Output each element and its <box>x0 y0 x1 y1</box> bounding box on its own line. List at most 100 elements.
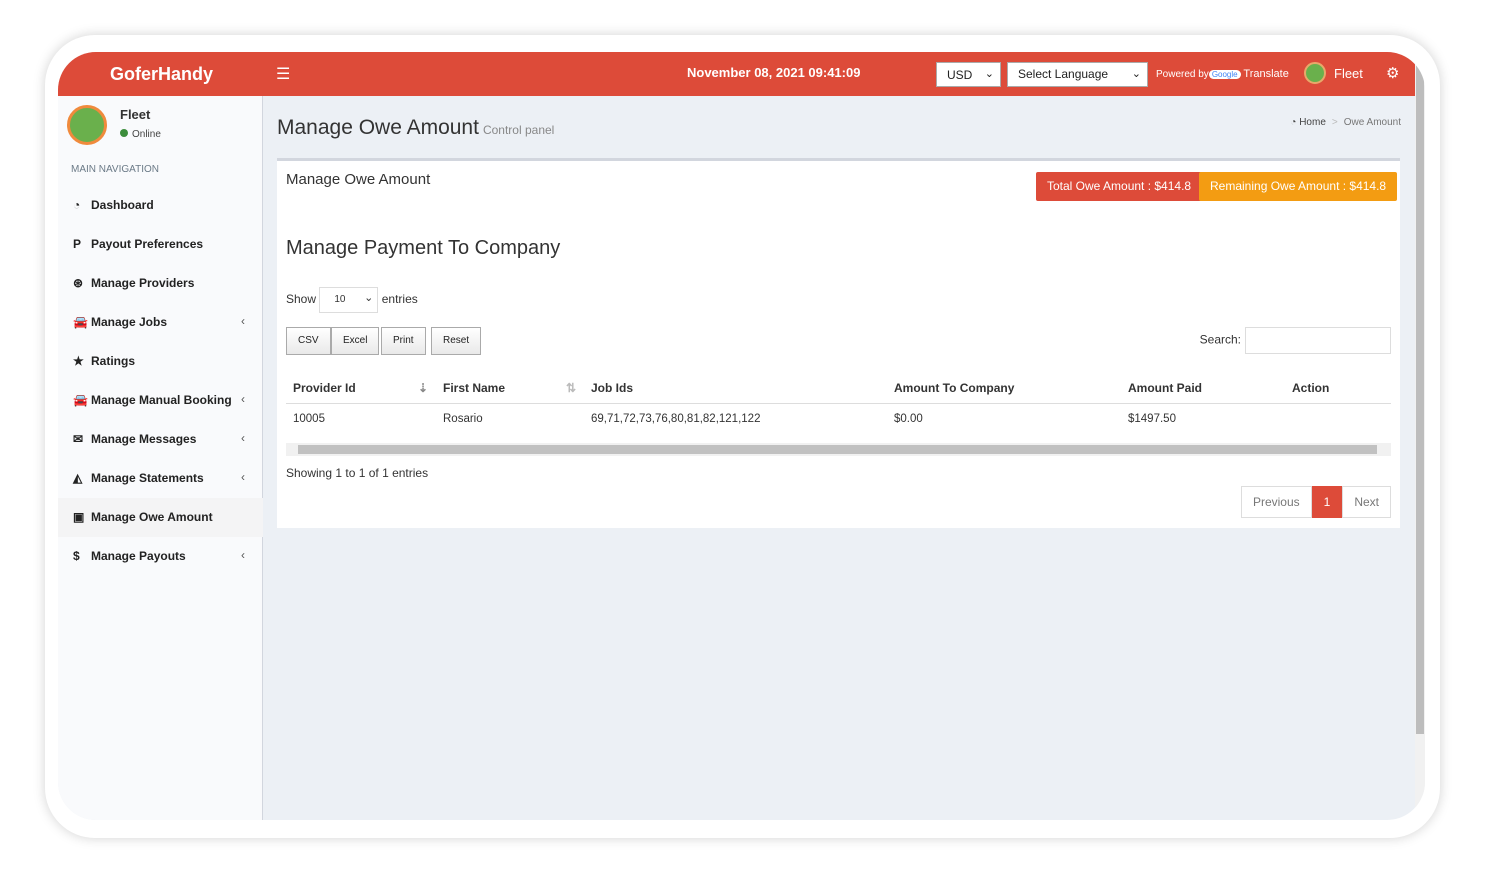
language-select[interactable]: Select Language ⌄ <box>1007 62 1148 87</box>
box-title: Manage Owe Amount <box>286 171 431 188</box>
cell-amount-paid: $1497.50 <box>1128 413 1176 425</box>
sidebar-item-manual-booking[interactable]: 🚘 Manage Manual Booking ‹ <box>58 381 263 420</box>
total-owe-button[interactable]: Total Owe Amount : $414.8 <box>1036 172 1203 201</box>
sidebar-item-label: Dashboard <box>91 198 154 212</box>
search-label: Search: <box>1199 332 1241 347</box>
sidebar-item-manage-payouts[interactable]: $ Manage Payouts ‹ <box>58 537 263 576</box>
chevron-down-icon: ⌄ <box>984 68 994 80</box>
vertical-scrollbar[interactable] <box>1415 52 1425 820</box>
remaining-owe-button[interactable]: Remaining Owe Amount : $414.8 <box>1199 172 1398 201</box>
support-icon: ⊛ <box>73 276 84 290</box>
print-button[interactable]: Print <box>381 327 426 355</box>
cell-amount-to-company: $0.00 <box>894 413 923 425</box>
cell-provider-id: 10005 <box>293 413 325 425</box>
translate-label: Translate <box>1243 68 1289 80</box>
owe-table: Provider Id ⇣ First Name ⇅ Job Ids Amount … <box>286 373 1391 434</box>
breadcrumb: ◔ Home > Owe Amount <box>1290 117 1401 128</box>
entries-value: 10 <box>334 294 346 305</box>
sidebar-item-manage-statements[interactable]: ◭ Manage Statements ‹ <box>58 459 263 498</box>
chevron-left-icon: ‹ <box>241 314 245 328</box>
page-subtitle: Control panel <box>482 123 555 137</box>
area-chart-icon: ◭ <box>73 471 83 485</box>
scrollbar-thumb[interactable] <box>1416 54 1424 734</box>
col-provider-id[interactable]: Provider Id ⇣ <box>286 373 436 404</box>
page-title: Manage Owe Amount Control panel <box>277 116 554 140</box>
powered-by: Powered by <box>1156 69 1209 80</box>
sidebar-item-label: Payout Preferences <box>91 237 204 251</box>
sidebar-item-label: Manage Owe Amount <box>91 510 213 524</box>
logo[interactable]: GoferHandy <box>110 64 213 85</box>
star-icon: ★ <box>73 354 84 368</box>
sidebar-user-name: Fleet <box>120 107 151 122</box>
page-1-button[interactable]: 1 <box>1311 486 1343 518</box>
cell-first-name: Rosario <box>443 413 483 425</box>
entries-select[interactable]: 10 ⌄ <box>319 287 379 313</box>
google-translate[interactable]: Powered by Google Translate <box>1156 68 1289 80</box>
previous-button[interactable]: Previous <box>1240 486 1312 518</box>
gears-icon[interactable]: ⚙ <box>1386 64 1399 82</box>
page-title-text: Manage Owe Amount <box>277 116 479 139</box>
table-header: Provider Id ⇣ First Name ⇅ Job Ids Amount … <box>286 373 1391 404</box>
excel-button[interactable]: Excel <box>331 327 380 355</box>
car-icon: 🚘 <box>73 393 88 407</box>
sidebar-item-manage-messages[interactable]: ✉ Manage Messages ‹ <box>58 420 263 459</box>
menu-toggle-icon[interactable]: ☰ <box>276 64 290 84</box>
nav-header: MAIN NAVIGATION <box>71 164 159 175</box>
col-amount-paid[interactable]: Amount Paid <box>1121 373 1285 404</box>
csv-button[interactable]: CSV <box>286 327 331 355</box>
table-info: Showing 1 to 1 of 1 entries <box>286 466 429 480</box>
avatar <box>67 105 107 145</box>
currency-select[interactable]: USD ⌄ <box>936 62 1001 87</box>
sidebar: Fleet Online MAIN NAVIGATION ◔ Dashboard … <box>58 96 263 820</box>
content: Manage Owe Amount Control panel ◔ Home > Ow… <box>264 96 1425 820</box>
chevron-left-icon: ‹ <box>241 470 245 484</box>
sidebar-item-payout-preferences[interactable]: P Payout Preferences <box>58 225 263 264</box>
sort-asc-icon: ⇣ <box>417 381 428 395</box>
sidebar-item-label: Manage Statements <box>91 471 204 485</box>
chevron-left-icon: ‹ <box>241 431 245 445</box>
chevron-left-icon: ‹ <box>241 392 245 406</box>
entries-label: entries <box>381 292 418 307</box>
sidebar-item-manage-jobs[interactable]: 🚘 Manage Jobs ‹ <box>58 303 263 342</box>
sidebar-item-label: Manage Jobs <box>91 315 168 329</box>
next-button[interactable]: Next <box>1342 486 1391 518</box>
show-label: Show <box>286 292 317 307</box>
search-input[interactable] <box>1245 327 1391 354</box>
sidebar-item-manage-owe-amount[interactable]: ▣ Manage Owe Amount <box>58 498 263 537</box>
col-first-name[interactable]: First Name ⇅ <box>436 373 584 404</box>
car-icon: 🚘 <box>73 315 88 329</box>
dashboard-icon: ◔ <box>1290 117 1300 128</box>
chevron-down-icon: ⌄ <box>1131 68 1141 80</box>
user-menu[interactable]: Fleet <box>1334 66 1363 81</box>
top-navbar: GoferHandy ☰ November 08, 2021 09:41:09 … <box>58 52 1415 96</box>
currency-value: USD <box>947 68 973 82</box>
dollar-icon: $ <box>73 549 80 563</box>
sidebar-item-ratings[interactable]: ★ Ratings <box>58 342 263 381</box>
breadcrumb-home[interactable]: Home <box>1299 117 1326 128</box>
pagination: Previous 1 Next <box>1240 486 1391 518</box>
sidebar-item-manage-providers[interactable]: ⊛ Manage Providers <box>58 264 263 303</box>
cell-action[interactable] <box>1285 404 1391 435</box>
sort-icon: ⇅ <box>565 381 576 395</box>
col-job-ids[interactable]: Job Ids <box>584 373 887 404</box>
scrollbar-thumb[interactable] <box>298 445 1377 454</box>
section-heading: Manage Payment To Company <box>286 237 561 259</box>
google-logo: Google <box>1208 70 1241 79</box>
status-text: Online <box>132 129 161 140</box>
language-value: Select Language <box>1018 67 1109 81</box>
owe-amount-box: Manage Owe Amount Total Owe Amount : $41… <box>277 158 1400 528</box>
sidebar-item-dashboard[interactable]: ◔ Dashboard <box>58 186 263 225</box>
screen: GoferHandy ☰ November 08, 2021 09:41:09 … <box>58 52 1425 820</box>
online-dot-icon <box>120 129 128 137</box>
datetime: November 08, 2021 09:41:09 <box>687 65 861 80</box>
col-amount-to-company[interactable]: Amount To Company <box>887 373 1121 404</box>
length-control: Show 10 ⌄ entries <box>286 287 418 313</box>
chevron-left-icon: ‹ <box>241 548 245 562</box>
avatar[interactable] <box>1304 62 1326 84</box>
reset-button[interactable]: Reset <box>431 327 482 355</box>
horizontal-scrollbar[interactable] <box>286 443 1391 456</box>
sidebar-item-label: Manage Messages <box>91 432 197 446</box>
money-icon: ▣ <box>73 510 85 524</box>
sidebar-item-label: Manage Payouts <box>91 549 186 563</box>
dashboard-icon: ◔ <box>73 198 81 212</box>
